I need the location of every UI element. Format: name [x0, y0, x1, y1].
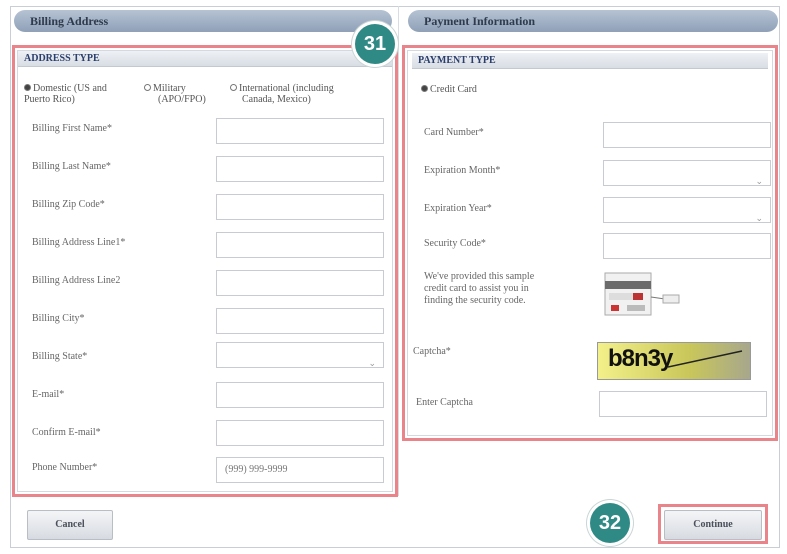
billing-address-header: Billing Address: [14, 10, 392, 32]
continue-button[interactable]: Continue: [664, 510, 762, 540]
billing-highlight-box: [12, 45, 398, 497]
callout-badge-32: 32: [590, 503, 630, 543]
payment-information-header: Payment Information: [408, 10, 778, 32]
callout-badge-31: 31: [355, 24, 395, 64]
payment-highlight-box: [402, 45, 778, 441]
column-divider: [398, 6, 399, 496]
cancel-button[interactable]: Cancel: [27, 510, 113, 540]
